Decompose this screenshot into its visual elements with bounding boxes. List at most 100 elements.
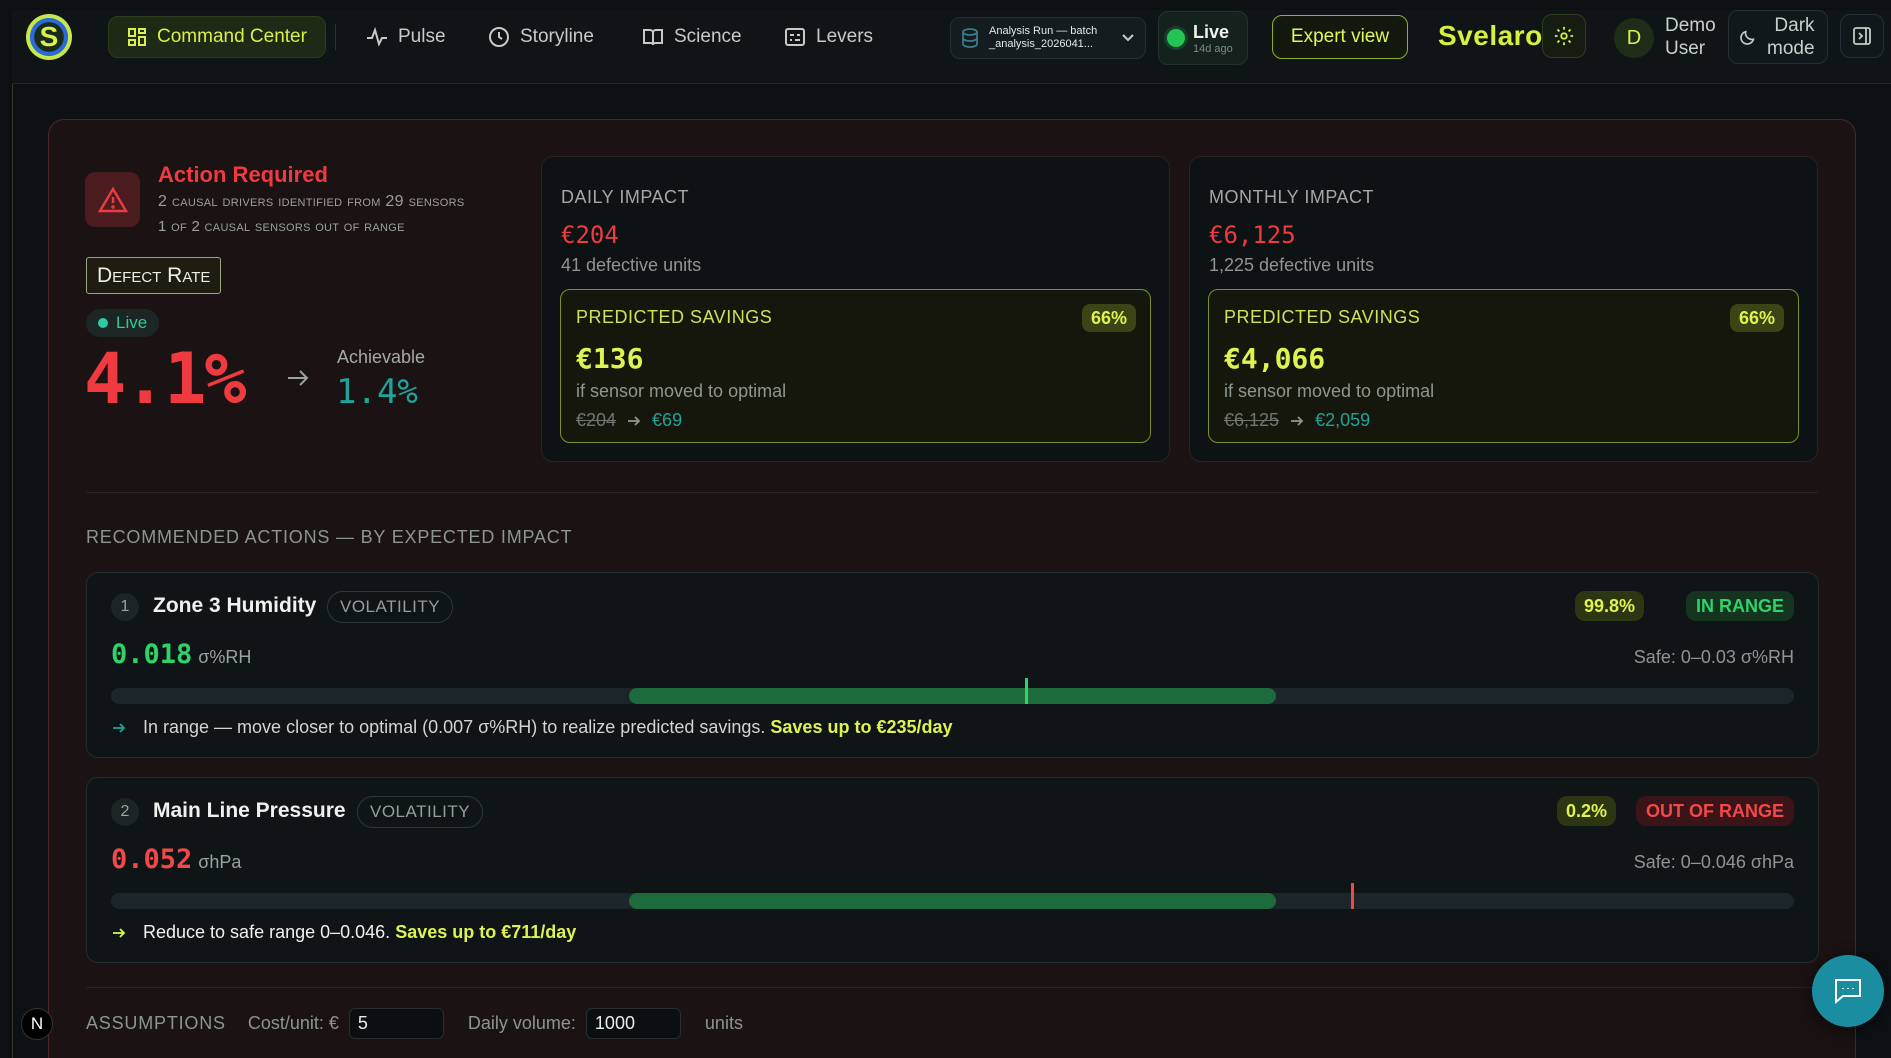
- arrow-right-icon: [285, 368, 311, 393]
- savings-percent-badge: 66%: [1729, 304, 1784, 332]
- action-rank: 2: [111, 798, 139, 826]
- daily-volume-input[interactable]: [585, 1008, 681, 1039]
- daily-impact-card: DAILY IMPACT €204 41 defective units PRE…: [541, 156, 1170, 462]
- nav-label: Command Center: [157, 26, 307, 47]
- avatar[interactable]: D: [1614, 18, 1654, 58]
- action-card[interactable]: 2 Main Line Pressure VOLATILITY 0.2% OUT…: [86, 777, 1819, 963]
- nav-levers[interactable]: Levers: [766, 16, 891, 58]
- volume-unit-label: units: [704, 1013, 743, 1033]
- savings-highlight: Saves up to €235/day: [770, 717, 953, 737]
- savings-note: if sensor moved to optimal: [576, 381, 787, 401]
- expert-view-button[interactable]: Expert view: [1272, 15, 1408, 59]
- achievable-label: Achievable: [337, 347, 426, 367]
- nav-command-center[interactable]: Command Center: [108, 16, 326, 58]
- live-status[interactable]: Live 14d ago: [1158, 11, 1248, 65]
- impact-units: 1,225 defective units: [1209, 255, 1375, 275]
- run-select-label: Analysis Run — batch _analysis_2026041..…: [989, 25, 1111, 51]
- assumptions-bar: ASSUMPTIONS Cost/unit: € Daily volume: u…: [86, 1008, 743, 1039]
- reading-value: 0.018: [111, 639, 193, 670]
- action-card[interactable]: 1 Zone 3 Humidity VOLATILITY 99.8% IN RA…: [86, 572, 1819, 758]
- safe-range-segment: [629, 688, 1276, 704]
- nav-label: Pulse: [398, 26, 446, 47]
- savings-from: €6,125: [1224, 410, 1280, 430]
- savings-amount: €136: [576, 342, 644, 375]
- database-icon: [961, 28, 979, 48]
- monthly-impact-card: MONTHLY IMPACT €6,125 1,225 defective un…: [1189, 156, 1818, 462]
- live-dot-icon: [98, 318, 108, 328]
- cost-per-unit-input[interactable]: [348, 1008, 444, 1039]
- cost-per-unit-label: Cost/unit: €: [247, 1013, 339, 1033]
- impact-heading: DAILY IMPACT: [561, 187, 690, 207]
- impact-value: €204: [561, 221, 619, 249]
- safe-range: Safe: 0–0.03 σ%RH: [1633, 647, 1794, 667]
- chat-button[interactable]: [1812, 955, 1884, 1027]
- moon-icon: [1739, 28, 1757, 46]
- impact-value: €6,125: [1209, 221, 1296, 249]
- sensor-name: Zone 3 Humidity: [153, 594, 317, 617]
- probability-badge: 99.8%: [1574, 591, 1644, 621]
- gear-icon: [1553, 25, 1575, 47]
- range-track: [111, 883, 1794, 909]
- nav-label: Storyline: [520, 26, 594, 47]
- savings-percent-badge: 66%: [1081, 304, 1136, 332]
- nav-pulse[interactable]: Pulse: [348, 16, 464, 58]
- live-label: Live: [1193, 21, 1230, 42]
- section-divider: [86, 987, 1818, 988]
- alert-title: Action Required: [158, 162, 328, 187]
- savings-note: if sensor moved to optimal: [1224, 381, 1435, 401]
- action-rank: 1: [111, 593, 139, 621]
- savings-amount: €4,066: [1224, 342, 1326, 375]
- sensor-name: Main Line Pressure: [153, 799, 346, 822]
- metric-tag[interactable]: Defect Rate: [86, 257, 222, 294]
- daily-volume-label: Daily volume:: [467, 1013, 576, 1033]
- nav-storyline[interactable]: Storyline: [470, 16, 612, 58]
- sliders-icon: [784, 27, 806, 47]
- current-value-marker: [1024, 678, 1028, 704]
- framework-badge[interactable]: N: [21, 1008, 53, 1040]
- alert-drivers-text: 2 causal drivers identified from 29 sens…: [158, 193, 465, 210]
- sensor-reading: 0.018 σ%RH: [111, 639, 251, 670]
- metric-kind-badge: VOLATILITY: [327, 591, 454, 623]
- user-name-line2: User: [1665, 38, 1706, 59]
- reading-unit: σ%RH: [198, 647, 252, 667]
- live-updated-ago: 14d ago: [1193, 42, 1233, 55]
- user-name-line1: Demo: [1665, 15, 1716, 36]
- dark-mode-toggle[interactable]: Dark mode: [1728, 10, 1828, 64]
- arrow-right-icon: [626, 414, 642, 428]
- logo-letter: S: [39, 21, 59, 52]
- range-track: [111, 678, 1794, 704]
- chat-icon: [1833, 977, 1863, 1005]
- reading-value: 0.052: [111, 844, 193, 875]
- achievable-rate: 1.4%: [336, 372, 418, 412]
- impact-units: 41 defective units: [561, 255, 702, 275]
- brand-name: Svelaro: [1438, 20, 1543, 51]
- metric-live-label: Live: [116, 313, 148, 332]
- savings-from: €204: [576, 410, 617, 430]
- analysis-run-select[interactable]: Analysis Run — batch _analysis_2026041..…: [950, 17, 1146, 59]
- savings-flow: €6,125 €2,059: [1224, 410, 1370, 431]
- safe-range: Safe: 0–0.046 σhPa: [1633, 852, 1794, 872]
- settings-button[interactable]: [1542, 14, 1586, 58]
- live-indicator-dot: [1167, 29, 1185, 47]
- assumptions-title: ASSUMPTIONS: [86, 1013, 226, 1033]
- alert-badge: [85, 172, 140, 227]
- run-select-line1: Analysis Run — batch: [989, 25, 1098, 37]
- nav-divider: [335, 24, 336, 50]
- dark-mode-line1: Dark: [1774, 15, 1815, 36]
- savings-to: €2,059: [1315, 410, 1371, 430]
- user-name: Demo User: [1665, 14, 1716, 60]
- clock-icon: [488, 26, 510, 48]
- savings-to: €69: [652, 410, 683, 430]
- dark-mode-line2: mode: [1767, 38, 1815, 59]
- logout-icon: [1852, 26, 1872, 46]
- safe-range-segment: [629, 893, 1276, 909]
- action-advice: In range — move closer to optimal (0.007…: [111, 717, 953, 738]
- logout-button[interactable]: [1840, 14, 1884, 58]
- impact-heading: MONTHLY IMPACT: [1209, 187, 1375, 207]
- advice-text: Reduce to safe range 0–0.046.: [143, 922, 391, 942]
- savings-highlight: Saves up to €711/day: [395, 922, 577, 942]
- metric-kind-badge: VOLATILITY: [357, 796, 484, 828]
- app-logo[interactable]: S: [26, 14, 72, 60]
- nav-science[interactable]: Science: [624, 16, 760, 58]
- predicted-savings-box: PREDICTED SAVINGS 66% €136 if sensor mov…: [560, 289, 1151, 443]
